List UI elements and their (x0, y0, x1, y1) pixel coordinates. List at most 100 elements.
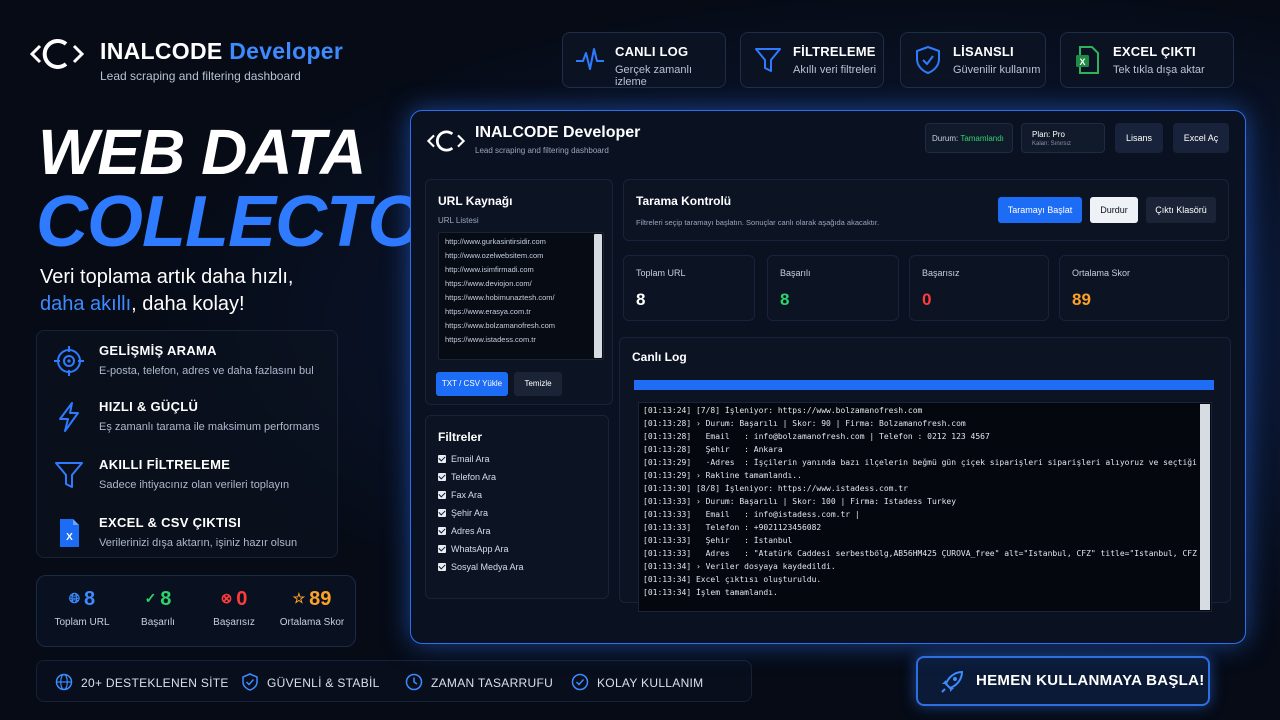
plan-badge: Plan: Pro Kalan: Sınırsız (1021, 123, 1105, 153)
excel-open-button[interactable]: Excel Aç (1173, 123, 1229, 153)
brand-title: INALCODE Developer (100, 38, 344, 64)
summary-stats: 🌐︎ 8 Toplam URL ✓ 8 Başarılı ⊗ 0 Başarısız … (36, 575, 356, 647)
bottom-item-time: ZAMAN TASARRUFU (405, 673, 553, 691)
target-icon (54, 346, 84, 376)
log-line: [01:13:33] › Durum: Başarılı | Skor: 100… (643, 497, 957, 506)
filter-icon (755, 48, 781, 72)
log-line: [01:13:33] Şehir : İstanbul (643, 536, 793, 545)
inalcode-logo-icon (30, 39, 84, 69)
stat-average-score: ☆ 89 Ortalama Skor (279, 588, 345, 628)
url-item: https://www.istadess.com.tr (445, 335, 536, 344)
feature-desc: Sadece ihtiyacınız olan verileri toplayı… (99, 479, 290, 491)
stat-success: ✓ 8 Başarılı (141, 588, 175, 628)
filter-icon (55, 462, 83, 488)
scan-progress-bar (634, 380, 1214, 390)
feature-title: AKILLI FİLTRELEME (99, 457, 231, 472)
filter-whatsapp-checkbox[interactable]: WhatsApp Ara (438, 544, 509, 554)
scan-control-desc: Filtreleri seçip taramayı başlatın. Sonu… (636, 218, 880, 227)
output-folder-button[interactable]: Çıktı Klasörü (1146, 197, 1216, 223)
log-line: [01:13:33] Adres : "Atatürk Caddesi serb… (643, 549, 1197, 558)
log-line: [01:13:34] İşlem tamamlandı. (643, 588, 778, 597)
start-scan-button[interactable]: Taramayı Başlat (998, 197, 1082, 223)
start-now-label: HEMEN KULLANMAYA BAŞLA! (976, 672, 1205, 689)
card-live-log: CANLI LOG Gerçek zamanlı izleme (562, 32, 726, 88)
svg-text:X: X (1079, 57, 1085, 67)
url-list-label: URL Listesi (438, 216, 479, 225)
url-list[interactable]: http://www.gurkasintirsidir.com http://w… (438, 232, 604, 360)
url-item: https://www.bolzamanofresh.com (445, 321, 556, 330)
filters-panel: Filtreler Email Ara Telefon Ara Fax Ara … (425, 415, 609, 599)
clear-button[interactable]: Temizle (514, 372, 562, 396)
scan-control-panel: Tarama Kontrolü Filtreleri seçip taramay… (623, 179, 1229, 241)
brand-subtitle: Lead scraping and filtering dashboard (100, 69, 301, 83)
filter-email-checkbox[interactable]: Email Ara (438, 454, 490, 464)
upload-txt-csv-button[interactable]: TXT / CSV Yükle (436, 372, 508, 396)
feature-desc: Eş zamanlı tarama ile maksimum performan… (99, 421, 320, 433)
filters-title: Filtreler (438, 430, 483, 444)
excel-file-icon: X (1076, 46, 1099, 74)
url-item: https://www.deviojon.com/ (445, 279, 532, 288)
stat-card-total-url: Toplam URL 8 (623, 255, 755, 321)
log-line: [01:13:29] › Rakline tamamlandı.. (643, 471, 802, 480)
rocket-icon (941, 670, 964, 693)
shield-check-icon (916, 45, 940, 75)
status-badge: Durum: Tamamlandı (925, 123, 1013, 153)
bottom-item-easy: KOLAY KULLANIM (571, 673, 703, 691)
card-excel-output: X EXCEL ÇIKTI Tek tıkla dışa aktar (1060, 32, 1234, 88)
bottom-feature-bar: 20+ DESTEKLENEN SİTE GÜVENLİ & STABİL ZA… (36, 660, 752, 702)
tagline-line1: Veri toplama artık daha hızlı, (40, 266, 294, 288)
shield-check-icon (242, 673, 258, 691)
svg-text:X: X (66, 532, 73, 543)
hero-title-line2: COLLECTOR (36, 182, 475, 262)
feature-smart-filtering: AKILLI FİLTRELEME Sadece ihtiyacınız ola… (51, 455, 331, 505)
globe-icon (55, 673, 73, 691)
lightning-icon (59, 402, 79, 432)
stop-button[interactable]: Durdur (1090, 197, 1138, 223)
feature-title: EXCEL & CSV ÇIKTISI (99, 515, 241, 530)
stat-card-average-score: Ortalama Skor 89 (1059, 255, 1229, 321)
url-item: http://www.ozelwebsitem.com (445, 251, 544, 260)
log-line: [01:13:24] [7/8] İşleniyor: https://www.… (643, 406, 923, 415)
live-log-title: Canlı Log (632, 350, 687, 364)
tagline-line2: daha akıllı, daha kolay! (40, 293, 245, 315)
app-subtitle: Lead scraping and filtering dashboard (475, 146, 609, 155)
feature-title: HIZLI & GÜÇLÜ (99, 399, 199, 414)
log-line: [01:13:28] Email : info@bolzamanofresh.c… (643, 432, 990, 441)
start-now-button[interactable]: HEMEN KULLANMAYA BAŞLA! (916, 656, 1210, 706)
filter-address-checkbox[interactable]: Adres Ara (438, 526, 491, 536)
stat-failed: ⊗ 0 Başarısız (213, 588, 255, 628)
url-panel-title: URL Kaynağı (438, 194, 513, 208)
check-circle-icon (571, 673, 589, 691)
log-line: [01:13:29] ·Adres : İşçilerin yanında ba… (643, 458, 1197, 467)
log-line: [01:13:30] [8/8] İşleniyor: https://www.… (643, 484, 908, 493)
stat-total-url: 🌐︎ 8 Toplam URL (54, 588, 110, 628)
filter-social-checkbox[interactable]: Sosyal Medya Ara (438, 562, 524, 572)
check-circle-icon: ✓ (144, 590, 157, 606)
log-line: [01:13:33] Email : info@istadess.com.tr … (643, 510, 860, 519)
log-scrollbar[interactable] (1200, 404, 1210, 610)
live-log-panel: Canlı Log [01:13:24] [7/8] İşleniyor: ht… (619, 337, 1231, 612)
card-filtering: FİLTRELEME Akıllı veri filtreleri (740, 32, 884, 88)
url-list-scrollbar[interactable] (594, 234, 602, 358)
filter-phone-checkbox[interactable]: Telefon Ara (438, 472, 496, 482)
filter-city-checkbox[interactable]: Şehir Ara (438, 508, 488, 518)
url-item: https://www.hobimunaztesh.com/ (445, 293, 555, 302)
feature-desc: Verilerinizi dışa aktarın, işiniz hazır … (99, 537, 298, 549)
feature-advanced-search: GELİŞMİŞ ARAMA E-posta, telefon, adres v… (51, 341, 331, 391)
stat-card-success: Başarılı 8 (767, 255, 899, 321)
app-window: INALCODE Developer Lead scraping and fil… (410, 110, 1246, 644)
log-line: [01:13:33] Telefon : +9021123456082 (643, 523, 822, 532)
feature-list: GELİŞMİŞ ARAMA E-posta, telefon, adres v… (36, 330, 338, 558)
log-output[interactable]: [01:13:24] [7/8] İşleniyor: https://www.… (638, 402, 1212, 612)
filter-fax-checkbox[interactable]: Fax Ara (438, 490, 482, 500)
excel-file-icon: X (60, 519, 79, 547)
star-icon: ☆ (292, 590, 306, 606)
feature-excel-csv: X EXCEL & CSV ÇIKTISI Verilerinizi dışa … (51, 513, 331, 563)
feature-title: GELİŞMİŞ ARAMA (99, 343, 217, 358)
feature-fast-powerful: HIZLI & GÜÇLÜ Eş zamanlı tarama ile maks… (51, 397, 331, 447)
scan-control-title: Tarama Kontrolü (636, 194, 732, 208)
license-button[interactable]: Lisans (1115, 123, 1163, 153)
bottom-item-secure: GÜVENLİ & STABİL (241, 673, 380, 691)
card-licensed: LİSANSLI Güvenilir kullanım (900, 32, 1046, 88)
log-line: [01:13:34] Excel çıktısı oluşturuldu. (643, 575, 822, 584)
